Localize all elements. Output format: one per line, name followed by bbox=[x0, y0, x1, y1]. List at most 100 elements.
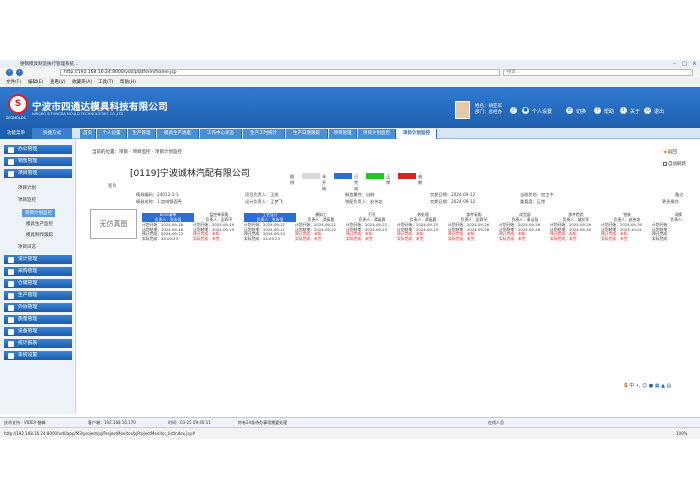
ime-smile-icon[interactable]: ☺ bbox=[642, 383, 647, 389]
about-link[interactable]: 关于 bbox=[630, 108, 640, 115]
stage-column[interactable]: 试模 负责人： 计划开始： 计划结束： 预计完成： 实际完成： bbox=[652, 212, 700, 255]
tab-work-hours[interactable]: 生产工时统计 bbox=[243, 129, 285, 139]
tab-date-track[interactable]: 生产日期跟踪 bbox=[286, 129, 328, 139]
stage-line: 实际完成：未完 bbox=[397, 235, 424, 241]
stage-column[interactable]: 成型部 负责人：奉洁慧 计划开始：2024-09-26 计划结束：2024-09-26… bbox=[499, 212, 551, 255]
help-link[interactable]: 帮助 bbox=[604, 108, 614, 115]
sidebar-item-office[interactable]: 办公管理 bbox=[4, 145, 72, 154]
ime-keyboard-icon[interactable]: ▦ bbox=[655, 383, 660, 389]
stage-column[interactable]: 打孔 负责人：谭高晨 计划开始：2024-09-22 计划结束：2024-09-23 预… bbox=[346, 212, 398, 255]
info-mold-code: 模具编码：24012-1-1 bbox=[136, 192, 179, 197]
back-icon[interactable]: ‹ bbox=[6, 69, 13, 76]
reports-icon bbox=[8, 340, 14, 347]
sidebar-item-project[interactable]: 项目管理 bbox=[4, 169, 72, 178]
stage-column[interactable]: 钳装 负责人：赵伟忠 计划开始：2024-09-30 计划结束：2024-10-01 预… bbox=[601, 212, 653, 255]
minimize-icon[interactable]: – bbox=[670, 61, 679, 67]
switch-link[interactable]: 切换 bbox=[576, 108, 586, 115]
tab-plan-monitor-active[interactable]: 项目计划监控 bbox=[397, 129, 437, 139]
sidebar-item-log[interactable]: 项目日志 bbox=[18, 244, 36, 250]
sidebar-item-design[interactable]: 设计管理 bbox=[4, 255, 72, 264]
back-button[interactable]: ◀ 返回 bbox=[663, 149, 677, 155]
sidebar-item-mold-monitor[interactable]: 模具生产监控 bbox=[26, 221, 53, 227]
company-name-en: NINGBO SITONGDA MOULD TECHNOLOGIES CO.,L… bbox=[32, 112, 124, 116]
ime-s-icon[interactable]: S bbox=[624, 383, 628, 389]
stage-header[interactable]: 热处理 负责人：谭高晨 bbox=[397, 212, 449, 222]
sidebar-item-outsource[interactable]: 外协管理 bbox=[4, 303, 72, 312]
legend-not-started: 未开始 bbox=[322, 174, 327, 191]
personal-settings-link[interactable]: 个人设置 bbox=[532, 108, 552, 115]
stage-column[interactable]: 工艺设计 负责人：张永强 计划开始：2024-09-21 计划结束：2024-09-2… bbox=[244, 212, 296, 255]
stage-header[interactable]: BOM清单 负责人：张永强 bbox=[142, 212, 194, 222]
sidebar-item-sales[interactable]: 销售管理 bbox=[4, 157, 72, 166]
switch-icon[interactable]: ⇄ bbox=[566, 107, 573, 114]
sidebar-item-mold-track[interactable]: 模具制作跟踪 bbox=[26, 232, 53, 238]
browser-tab-title[interactable]: 德锦模具制造执行管理系统... bbox=[20, 61, 78, 67]
help-icon[interactable]: ? bbox=[594, 107, 601, 114]
menu-help[interactable]: 帮助(H) bbox=[120, 79, 136, 85]
notice-link[interactable]: 你有24条待办事项需要处理 bbox=[238, 420, 287, 426]
stage-header[interactable]: 试模 负责人： bbox=[652, 212, 700, 222]
menu-edit[interactable]: 编辑(E) bbox=[28, 79, 43, 85]
maximize-icon[interactable]: □ bbox=[680, 61, 689, 67]
sidebar-item-quality[interactable]: 质量管理 bbox=[4, 315, 72, 324]
ime-grid-icon[interactable]: ▤ bbox=[667, 383, 672, 389]
stage-header[interactable]: 钳装 负责人：赵伟忠 bbox=[601, 212, 653, 222]
stage-header[interactable]: 部件检验 负责人：姚文军 bbox=[550, 212, 602, 222]
browser-search-input[interactable]: 搜索... bbox=[503, 69, 693, 76]
zoom-level[interactable]: 100% bbox=[676, 431, 687, 436]
logout-link[interactable]: 退出 bbox=[654, 108, 664, 115]
ime-mic-icon[interactable]: ● bbox=[649, 383, 653, 389]
close-icon[interactable]: × bbox=[690, 61, 699, 67]
sidebar-item-warehouse[interactable]: 仓储管理 bbox=[4, 279, 72, 288]
sidebar-item-production[interactable]: 生产管理 bbox=[4, 291, 72, 300]
sidebar-item-equipment[interactable]: 设备管理 bbox=[4, 327, 72, 336]
sidebar-item-purchase[interactable]: 采购管理 bbox=[4, 267, 72, 276]
sidebar-item-plan-monitor[interactable]: 项目计划监控 bbox=[22, 209, 55, 217]
function-menu-button[interactable]: 功能菜单 bbox=[0, 128, 32, 139]
sidebar-item-monitor[interactable]: 项目监控 bbox=[18, 197, 36, 203]
tab-home[interactable]: 首页 bbox=[80, 129, 96, 139]
bell-icon[interactable]: ♪ bbox=[510, 107, 517, 114]
stage-header[interactable]: 监控单采购 负责人：彭四平 bbox=[193, 212, 245, 222]
sidebar-item-reports[interactable]: 统计报表 bbox=[4, 339, 72, 348]
stage-line: 实际完成：未完 bbox=[601, 235, 628, 241]
menu-favorites[interactable]: 收藏夹(A) bbox=[72, 79, 92, 85]
ime-toolbar[interactable]: S 中 •, ☺ ● ▦ ▲ ▤ bbox=[624, 382, 694, 391]
ime-punct-icon[interactable]: •, bbox=[636, 383, 641, 389]
shortcut-button[interactable]: 快捷方式 bbox=[32, 128, 72, 139]
stage-header[interactable]: 工艺设计 负责人：张永强 bbox=[244, 212, 296, 222]
stage-column[interactable]: 热处理 负责人：谭高晨 计划开始：2024-09-23 计划结束：2024-09-23… bbox=[397, 212, 449, 255]
online-users[interactable]: 在线人员 bbox=[488, 420, 504, 426]
menu-view[interactable]: 查看(V) bbox=[50, 79, 66, 85]
tab-personal[interactable]: 个人设置 bbox=[97, 129, 127, 139]
stage-header[interactable]: 模拟工 负责人：谭高晨 bbox=[295, 212, 347, 222]
tab-workcenter[interactable]: 工作中心状态 bbox=[200, 129, 242, 139]
auto-refresh-checkbox[interactable]: 自动刷新 bbox=[663, 161, 686, 167]
stage-header[interactable]: 成型部 负责人：奉洁慧 bbox=[499, 212, 551, 222]
tab-production[interactable]: 生产管理 bbox=[128, 129, 156, 139]
menu-file[interactable]: 文件(F) bbox=[6, 79, 21, 85]
person-icon[interactable]: ● bbox=[522, 107, 529, 114]
stage-header[interactable]: 部件采购 负责人：彭四平 bbox=[448, 212, 500, 222]
user-dept: 部门：总经办 bbox=[475, 110, 502, 115]
logout-icon[interactable]: ⏻ bbox=[644, 107, 651, 114]
sidebar-item-plan[interactable]: 项目计划 bbox=[18, 185, 36, 191]
tab-mold-progress[interactable]: 模具生产进度 bbox=[157, 129, 199, 139]
ime-lang-icon[interactable]: 中 bbox=[629, 383, 634, 389]
stage-header[interactable]: 打孔 负责人：谭高晨 bbox=[346, 212, 398, 222]
stage-column[interactable]: 监控单采购 负责人：彭四平 计划开始：2024-09-19 计划结束：2024-09-… bbox=[193, 212, 245, 255]
stage-column[interactable]: BOM清单 负责人：张永强 计划开始：2024-09-18 计划结束：2024-09-… bbox=[142, 212, 194, 255]
tab-plan-monitor[interactable]: 项目计划监控 bbox=[358, 129, 396, 139]
address-bar[interactable]: http://192.168.16.24:8000/vstl/platform/… bbox=[60, 69, 500, 76]
sidebar-item-settings[interactable]: 系统设置 bbox=[4, 351, 72, 360]
tab-project-mgmt[interactable]: 项目管理 bbox=[329, 129, 357, 139]
stage-column[interactable]: 部件检验 负责人：姚文军 计划开始：2024-09-29 计划结束：2024-09-3… bbox=[550, 212, 602, 255]
more-actions-link[interactable]: 更多操作 bbox=[662, 199, 679, 205]
stage-column[interactable]: 部件采购 负责人：彭四平 计划开始：2024-09-26 计划结束：2024-09-2… bbox=[448, 212, 500, 255]
forward-icon[interactable]: › bbox=[16, 69, 23, 76]
stage-body: 计划开始：2024-09-18 计划结束：2024-09-18 预计完成：2024-… bbox=[142, 222, 194, 241]
about-icon[interactable]: i bbox=[620, 107, 627, 114]
menu-tools[interactable]: 工具(T) bbox=[98, 79, 113, 85]
ime-person-icon[interactable]: ▲ bbox=[661, 383, 665, 389]
stage-column[interactable]: 模拟工 负责人：谭高晨 计划开始：2024-09-21 计划结束：2024-09-22… bbox=[295, 212, 347, 255]
